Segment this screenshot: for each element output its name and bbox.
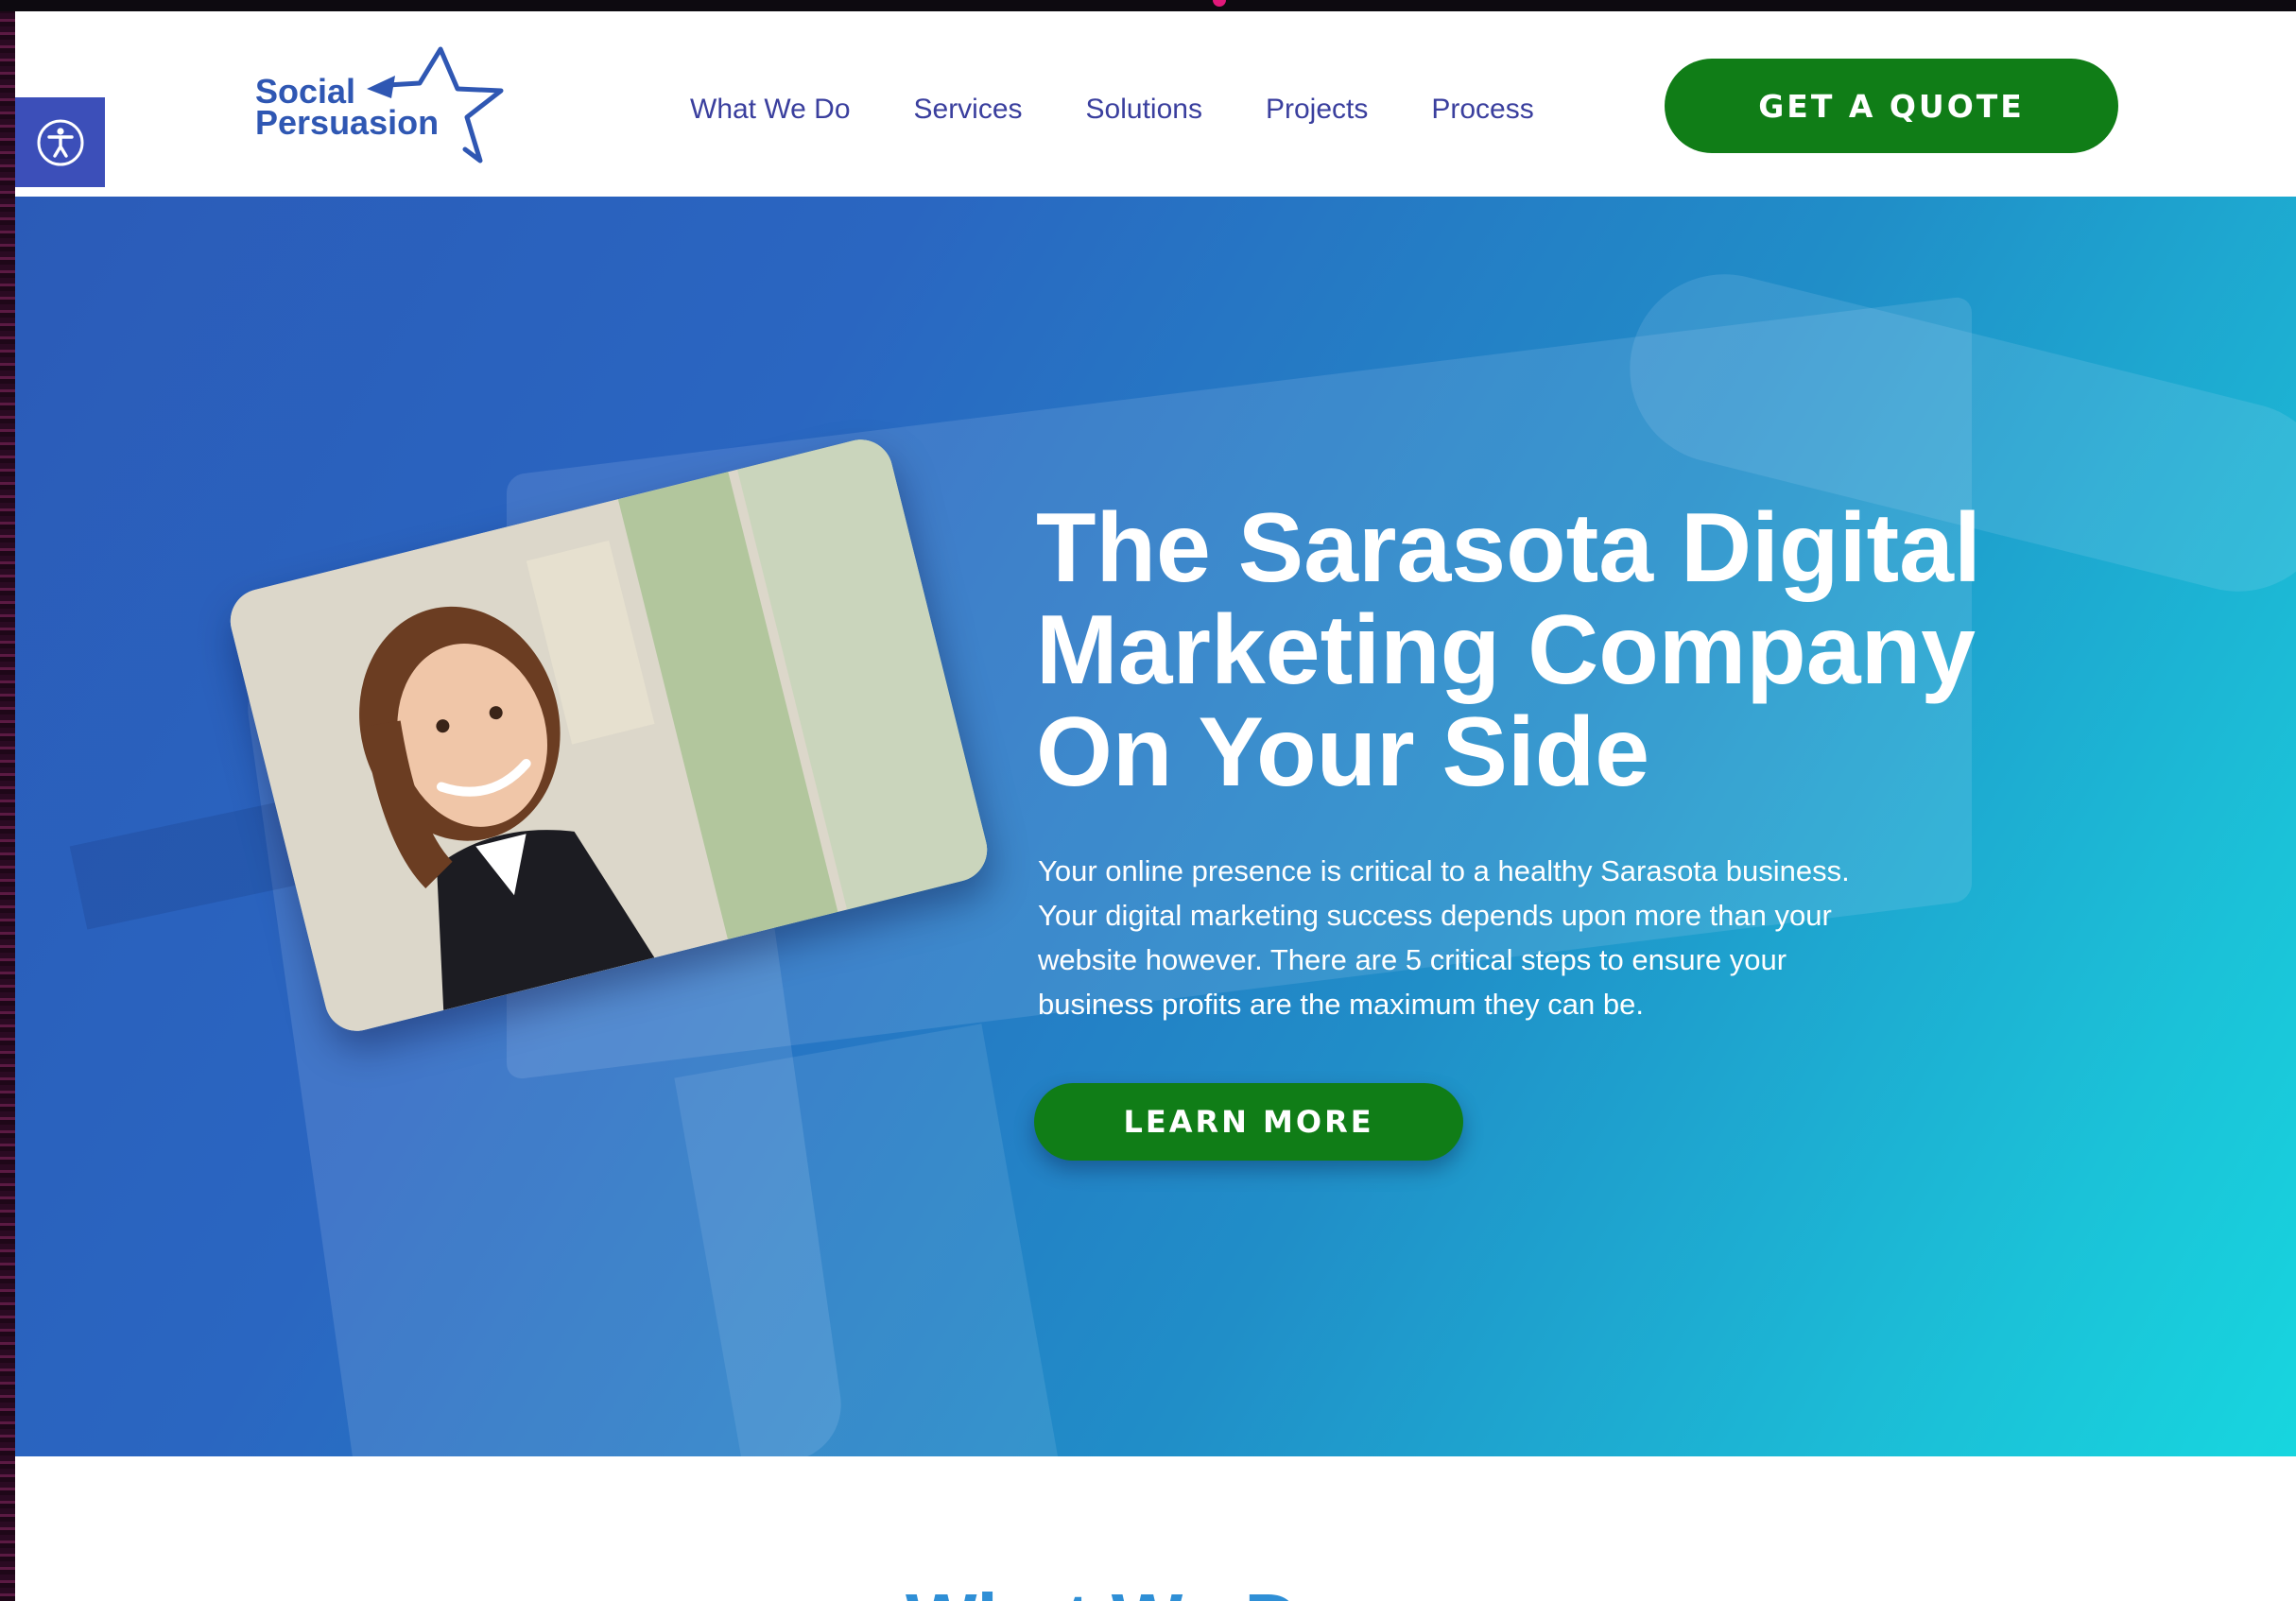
hero-description-line-1: Your online presence is critical to a he… [1038, 854, 1850, 887]
what-we-do-section: What We Do [15, 1456, 2296, 1601]
nav-item-projects[interactable]: Projects [1266, 94, 1368, 126]
learn-more-button[interactable]: LEARN MORE [1034, 1083, 1463, 1161]
hero-description: Your online presence is critical to a he… [1038, 849, 2040, 1026]
hero-title-line-1: The Sarasota Digital [1036, 493, 1981, 603]
nav-item-solutions[interactable]: Solutions [1086, 94, 1202, 126]
star-logo-icon [367, 46, 504, 164]
hero-title-line-3: On Your Side [1036, 697, 1650, 807]
hero-description-line-3: website however. There are 5 critical st… [1038, 943, 1787, 976]
browser-top-bar [0, 0, 2296, 11]
accessibility-person-icon [37, 119, 83, 165]
main-nav: What We Do Services Solutions Projects P… [690, 83, 1534, 136]
section-heading: What We Do [906, 1583, 1345, 1601]
logo[interactable]: Social Persuasion [255, 43, 510, 166]
nav-item-services[interactable]: Services [914, 94, 1023, 126]
hero-title: The Sarasota Digital Marketing Company O… [1036, 497, 2095, 803]
site-header: Social Persuasion What We Do Services So… [15, 11, 2296, 197]
hero-description-line-4: business profits are the maximum they ca… [1038, 988, 1644, 1021]
indicator-dot [1213, 0, 1226, 7]
hero-section: The Sarasota Digital Marketing Company O… [15, 197, 2296, 1456]
get-a-quote-button[interactable]: GET A QUOTE [1665, 59, 2118, 153]
accessibility-button[interactable] [15, 97, 105, 187]
hero-description-line-2: Your digital marketing success depends u… [1038, 899, 1832, 932]
nav-item-process[interactable]: Process [1431, 94, 1533, 126]
page: Social Persuasion What We Do Services So… [15, 11, 2296, 1601]
hero-background-chart [674, 1024, 1067, 1456]
background-frame [0, 0, 15, 1601]
nav-item-what-we-do[interactable]: What We Do [690, 94, 851, 126]
hero-title-line-2: Marketing Company [1036, 595, 1976, 705]
